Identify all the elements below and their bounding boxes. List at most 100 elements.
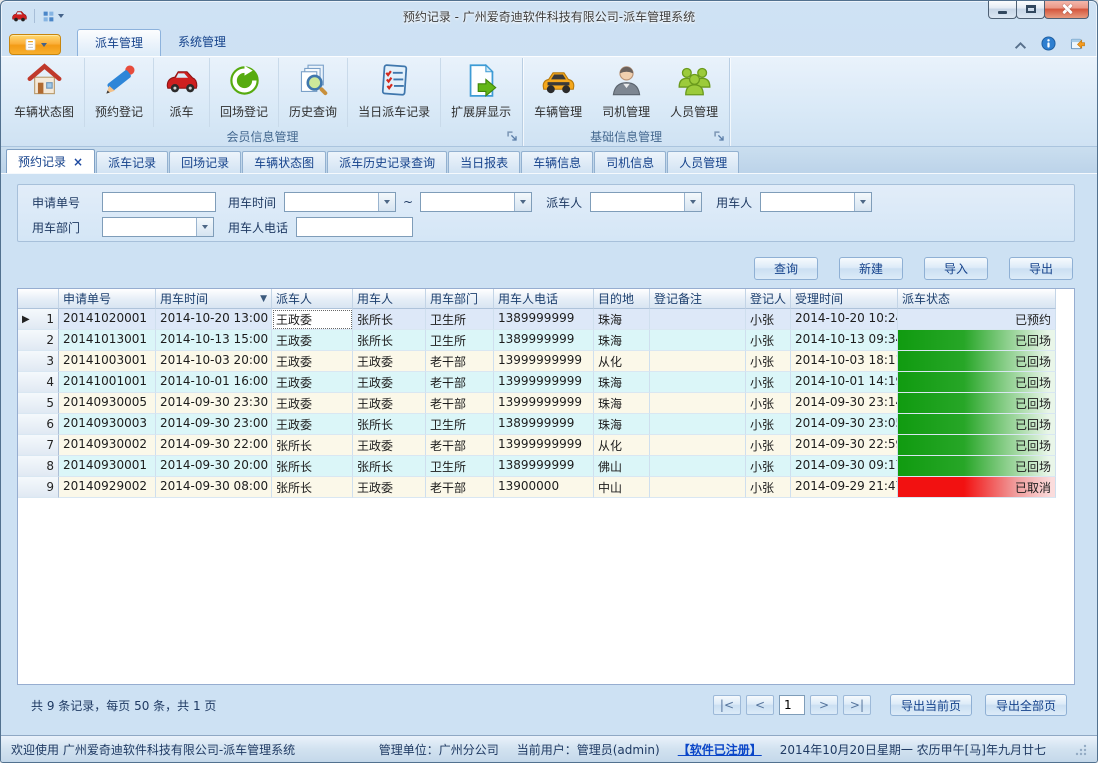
cell-use-time[interactable]: 2014-09-30 08:00 [156, 477, 272, 498]
cell-remark[interactable] [650, 393, 746, 414]
cell-dispatcher[interactable]: 张所长 [272, 477, 353, 498]
resize-grip-icon[interactable] [1074, 743, 1087, 756]
doc-tab-reservation-records[interactable]: 预约记录× [6, 149, 95, 173]
doc-tab-personnel-management[interactable]: 人员管理 [667, 151, 739, 173]
table-row[interactable]: 6201409300032014-09-30 23:00王政委张所长卫生所138… [18, 414, 1074, 435]
cell-destination[interactable]: 中山 [594, 477, 650, 498]
use-time-to-combo[interactable] [420, 192, 532, 212]
row-header-cell[interactable]: 5 [18, 393, 59, 414]
cell-remark[interactable] [650, 372, 746, 393]
row-header-cell[interactable]: 4 [18, 372, 59, 393]
cell-apply-no[interactable]: 20140930002 [59, 435, 156, 456]
cell-accept-time[interactable]: 2014-09-30 23:05 [791, 414, 898, 435]
cell-phone[interactable]: 13999999999 [494, 435, 594, 456]
cell-use-time[interactable]: 2014-10-01 16:00 [156, 372, 272, 393]
cell-accept-time[interactable]: 2014-09-30 23:14 [791, 393, 898, 414]
vehicle-status-map-button[interactable]: 车辆状态图 [4, 58, 84, 127]
cell-registrar[interactable]: 小张 [746, 414, 791, 435]
license-registered-link[interactable]: 【软件已注册】 [678, 741, 762, 758]
application-menu-button[interactable] [9, 34, 61, 55]
pager-first-button[interactable]: |< [713, 695, 741, 715]
cell-dispatcher[interactable]: 王政委 [272, 309, 353, 330]
cell-remark[interactable] [650, 351, 746, 372]
row-header-cell[interactable]: 9 [18, 477, 59, 498]
cell-accept-time[interactable]: 2014-10-01 14:19 [791, 372, 898, 393]
cell-registrar[interactable]: 小张 [746, 351, 791, 372]
column-header-phone[interactable]: 用车人电话 [494, 289, 594, 309]
page-number-input[interactable] [779, 695, 805, 715]
cell-registrar[interactable]: 小张 [746, 477, 791, 498]
close-tab-icon[interactable]: × [73, 157, 83, 167]
cell-dispatcher[interactable]: 王政委 [272, 372, 353, 393]
cell-status[interactable]: 已取消 [898, 477, 1056, 498]
cell-registrar[interactable]: 小张 [746, 330, 791, 351]
column-header-dept[interactable]: 用车部门 [426, 289, 494, 309]
cell-phone[interactable]: 1389999999 [494, 414, 594, 435]
today-dispatch-records-button[interactable]: 当日派车记录 [347, 58, 440, 127]
cell-user[interactable]: 王政委 [353, 351, 426, 372]
cell-accept-time[interactable]: 2014-09-30 09:17 [791, 456, 898, 477]
user-combo[interactable] [760, 192, 872, 212]
cell-use-time[interactable]: 2014-09-30 20:00 [156, 456, 272, 477]
doc-tab-vehicle-info[interactable]: 车辆信息 [521, 151, 593, 173]
doc-tab-vehicle-status-map[interactable]: 车辆状态图 [242, 151, 326, 173]
cell-status[interactable]: 已预约 [898, 309, 1056, 330]
cell-remark[interactable] [650, 414, 746, 435]
cell-accept-time[interactable]: 2014-09-29 21:47 [791, 477, 898, 498]
cell-accept-time[interactable]: 2014-10-13 09:34 [791, 330, 898, 351]
cell-apply-no[interactable]: 20141001001 [59, 372, 156, 393]
chevron-down-icon[interactable] [684, 193, 701, 211]
dialog-launcher-icon[interactable] [714, 131, 725, 142]
cell-status[interactable]: 已回场 [898, 372, 1056, 393]
table-row[interactable]: ▶1201410200012014-10-20 13:00王政委张所长卫生所13… [18, 309, 1074, 330]
cell-dept[interactable]: 老干部 [426, 351, 494, 372]
cell-registrar[interactable]: 小张 [746, 456, 791, 477]
row-header-cell[interactable]: 8 [18, 456, 59, 477]
import-button[interactable]: 导入 [924, 257, 988, 280]
cell-accept-time[interactable]: 2014-09-30 22:59 [791, 435, 898, 456]
dept-combo[interactable] [102, 217, 214, 237]
table-row[interactable]: 8201409300012014-09-30 20:00张所长张所长卫生所138… [18, 456, 1074, 477]
cell-status[interactable]: 已回场 [898, 351, 1056, 372]
doc-tab-driver-info[interactable]: 司机信息 [594, 151, 666, 173]
row-header-cell[interactable]: 3 [18, 351, 59, 372]
cell-dispatcher[interactable]: 王政委 [272, 351, 353, 372]
column-header-remark[interactable]: 登记备注 [650, 289, 746, 309]
dispatcher-combo[interactable] [590, 192, 702, 212]
chevron-down-icon[interactable] [514, 193, 531, 211]
cell-user[interactable]: 张所长 [353, 309, 426, 330]
cell-status[interactable]: 已回场 [898, 435, 1056, 456]
cell-use-time[interactable]: 2014-10-03 20:00 [156, 351, 272, 372]
column-header-use-time[interactable]: 用车时间▼ [156, 289, 272, 309]
vehicle-management-button[interactable]: 车辆管理 [524, 58, 592, 127]
cell-apply-no[interactable]: 20141020001 [59, 309, 156, 330]
cell-use-time[interactable]: 2014-09-30 22:00 [156, 435, 272, 456]
column-header-registrar[interactable]: 登记人 [746, 289, 791, 309]
cell-remark[interactable] [650, 456, 746, 477]
query-button[interactable]: 查询 [754, 257, 818, 280]
cell-use-time[interactable]: 2014-09-30 23:00 [156, 414, 272, 435]
cell-apply-no[interactable]: 20141003001 [59, 351, 156, 372]
cell-user[interactable]: 张所长 [353, 330, 426, 351]
cell-dept[interactable]: 老干部 [426, 393, 494, 414]
cell-phone[interactable]: 13900000 [494, 477, 594, 498]
cell-status[interactable]: 已回场 [898, 393, 1056, 414]
table-row[interactable]: 5201409300052014-09-30 23:30王政委王政委老干部139… [18, 393, 1074, 414]
new-button[interactable]: 新建 [839, 257, 903, 280]
cell-use-time[interactable]: 2014-09-30 23:30 [156, 393, 272, 414]
cell-dept[interactable]: 卫生所 [426, 330, 494, 351]
about-icon[interactable] [1070, 36, 1085, 51]
cell-apply-no[interactable]: 20141013001 [59, 330, 156, 351]
row-header-cell[interactable]: ▶1 [18, 309, 59, 330]
column-header-apply-no[interactable]: 申请单号 [59, 289, 156, 309]
cell-user[interactable]: 张所长 [353, 414, 426, 435]
column-header-status[interactable]: 派车状态 [898, 289, 1056, 309]
table-row[interactable]: 3201410030012014-10-03 20:00王政委王政委老干部139… [18, 351, 1074, 372]
doc-tab-dispatch-records[interactable]: 派车记录 [96, 151, 168, 173]
export-current-page-button[interactable]: 导出当前页 [890, 694, 972, 716]
cell-apply-no[interactable]: 20140930005 [59, 393, 156, 414]
cell-dept[interactable]: 卫生所 [426, 414, 494, 435]
table-row[interactable]: 2201410130012014-10-13 15:00王政委张所长卫生所138… [18, 330, 1074, 351]
cell-dispatcher[interactable]: 王政委 [272, 414, 353, 435]
doc-tab-daily-report[interactable]: 当日报表 [448, 151, 520, 173]
